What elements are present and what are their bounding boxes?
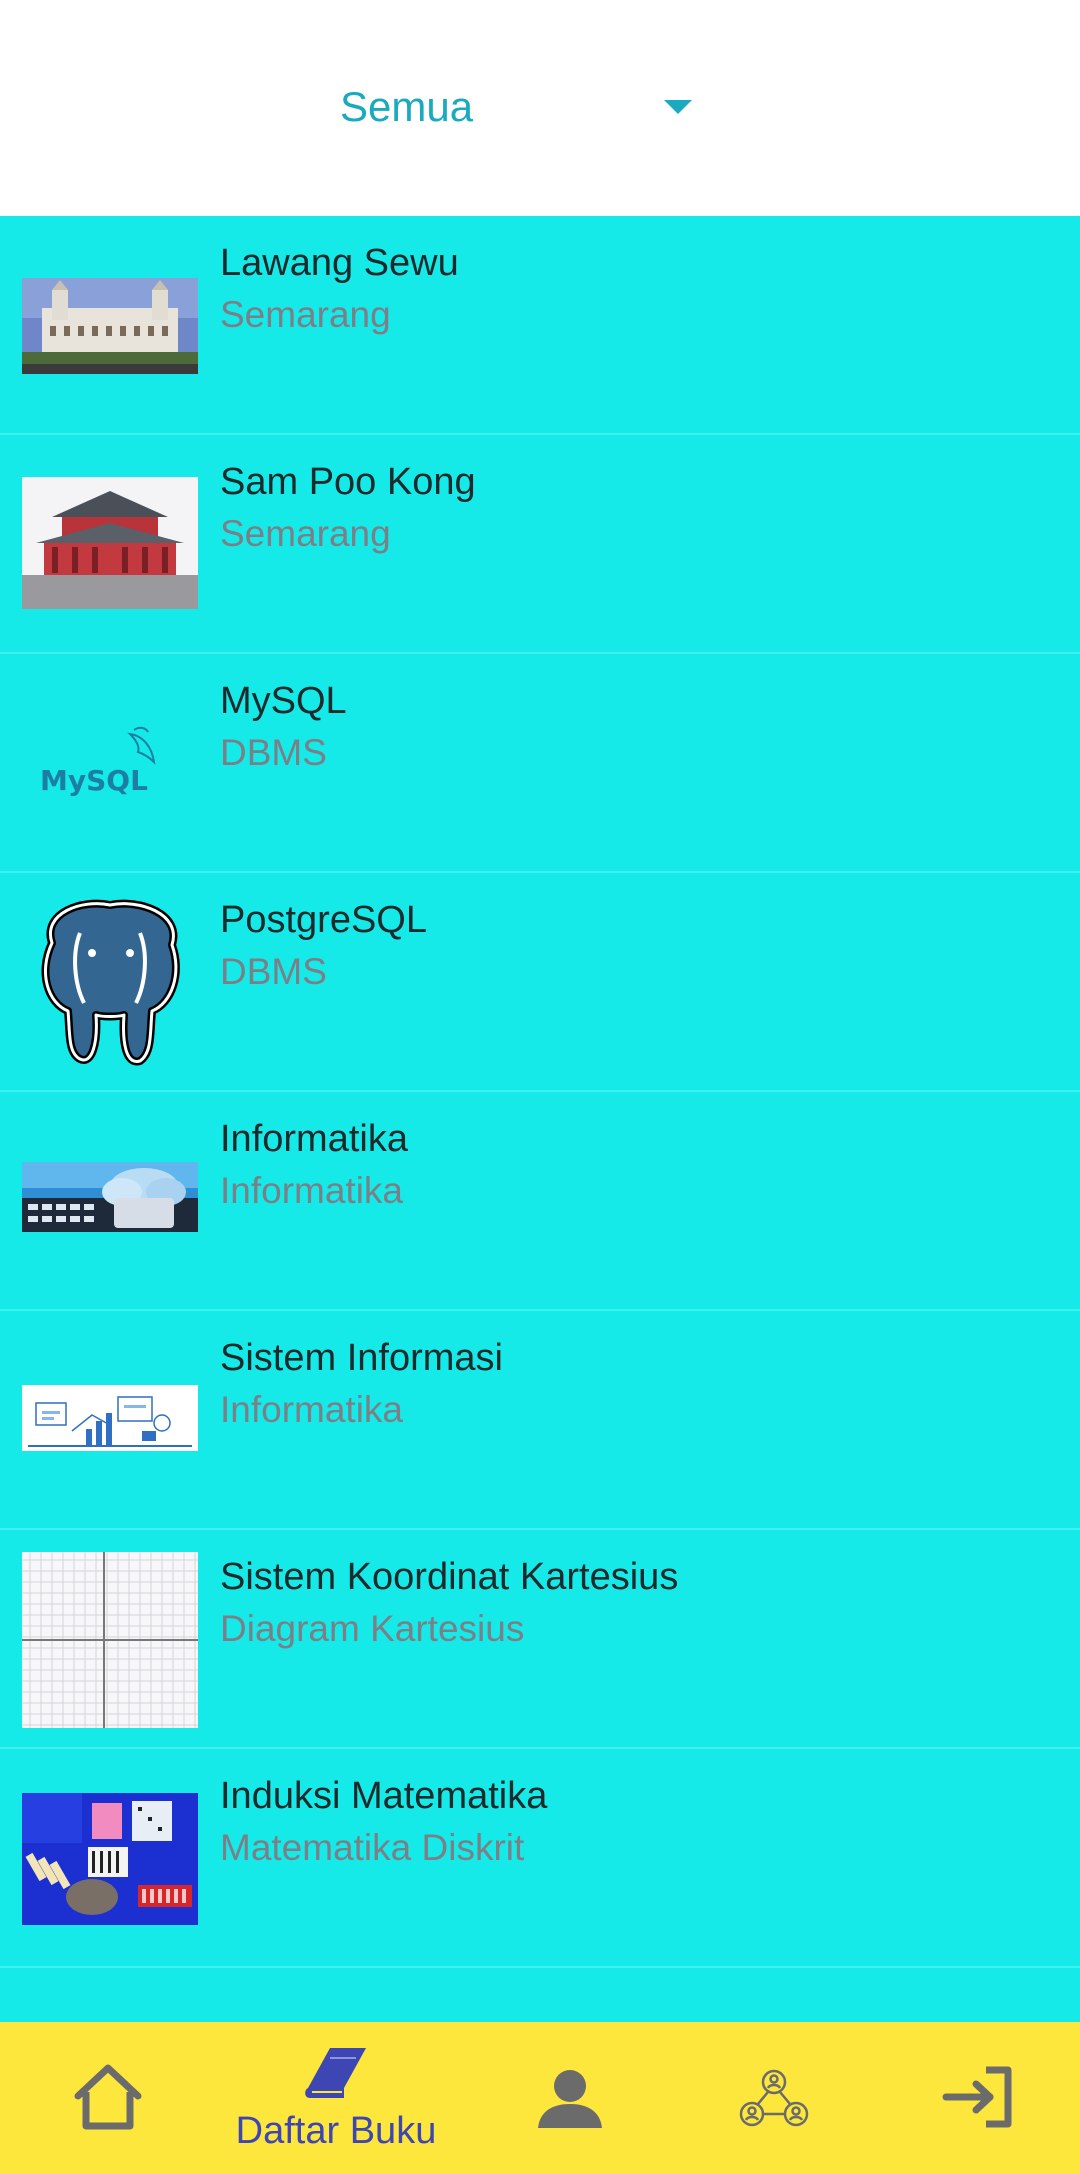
- list-item[interactable]: Induksi Matematika Matematika Diskrit: [0, 1749, 1080, 1968]
- nav-home[interactable]: [0, 2022, 216, 2174]
- list-item[interactable]: Informatika Informatika: [0, 1092, 1080, 1311]
- list-item[interactable]: Lawang Sewu Semarang: [0, 216, 1080, 435]
- bottom-navigation: Daftar Buku: [0, 2022, 1080, 2174]
- item-title: Lawang Sewu: [220, 242, 459, 284]
- person-icon: [534, 2068, 606, 2135]
- item-subtitle: Informatika: [220, 1389, 404, 1430]
- item-subtitle: DBMS: [220, 732, 327, 773]
- list-item[interactable]: Sam Poo Kong Semarang: [0, 435, 1080, 654]
- category-dropdown-value: Semua: [340, 83, 474, 130]
- book-list[interactable]: Lawang Sewu Semarang Sam Poo Kong Semara…: [0, 216, 1080, 2022]
- thumbnail-image: [22, 278, 198, 374]
- cartesian-grid-image: [22, 1552, 198, 1728]
- item-title: Induksi Matematika: [220, 1775, 548, 1817]
- nav-daftar-buku[interactable]: Daftar Buku: [228, 2022, 444, 2174]
- nav-label: Daftar Buku: [235, 2110, 437, 2152]
- item-title: Sistem Informasi: [220, 1337, 503, 1379]
- list-item[interactable]: MySQL MySQL DBMS: [0, 654, 1080, 873]
- item-subtitle: Informatika: [220, 1170, 404, 1211]
- item-title: Informatika: [220, 1118, 408, 1160]
- item-title: Sistem Koordinat Kartesius: [220, 1556, 679, 1598]
- nav-profile[interactable]: [462, 2022, 678, 2174]
- app-root: Semua Lawang Sewu Semarang Sam Poo Kong …: [0, 0, 1080, 2174]
- mysql-logo-image: MySQL: [22, 718, 198, 808]
- list-item[interactable]: PostgreSQL DBMS: [0, 873, 1080, 1092]
- item-title: Sam Poo Kong: [220, 461, 476, 503]
- category-dropdown[interactable]: Semua: [300, 70, 720, 146]
- book-icon: [300, 2042, 372, 2109]
- group-network-icon: [738, 2068, 810, 2135]
- item-subtitle: Semarang: [220, 294, 391, 335]
- thumbnail-image: [22, 477, 198, 609]
- nav-group[interactable]: [666, 2022, 882, 2174]
- home-icon: [72, 2062, 144, 2137]
- list-item[interactable]: Sistem Koordinat Kartesius Diagram Karte…: [0, 1530, 1080, 1749]
- list-item[interactable]: Sistem Informasi Informatika: [0, 1311, 1080, 1530]
- login-icon: [942, 2066, 1014, 2133]
- header: Semua: [0, 0, 1080, 216]
- item-subtitle: Semarang: [220, 513, 391, 554]
- item-title: PostgreSQL: [220, 899, 427, 941]
- item-subtitle: Diagram Kartesius: [220, 1608, 525, 1649]
- postgresql-elephant-icon: [22, 893, 198, 1073]
- nav-login[interactable]: [870, 2022, 1080, 2174]
- item-title: MySQL: [220, 680, 347, 722]
- chevron-down-icon: [664, 100, 692, 114]
- item-subtitle: DBMS: [220, 951, 327, 992]
- thumbnail-image: [22, 1385, 198, 1451]
- thumbnail-image: [22, 1793, 198, 1925]
- thumbnail-image: [22, 1162, 198, 1232]
- item-subtitle: Matematika Diskrit: [220, 1827, 525, 1868]
- mysql-logo-text: MySQL: [40, 764, 148, 797]
